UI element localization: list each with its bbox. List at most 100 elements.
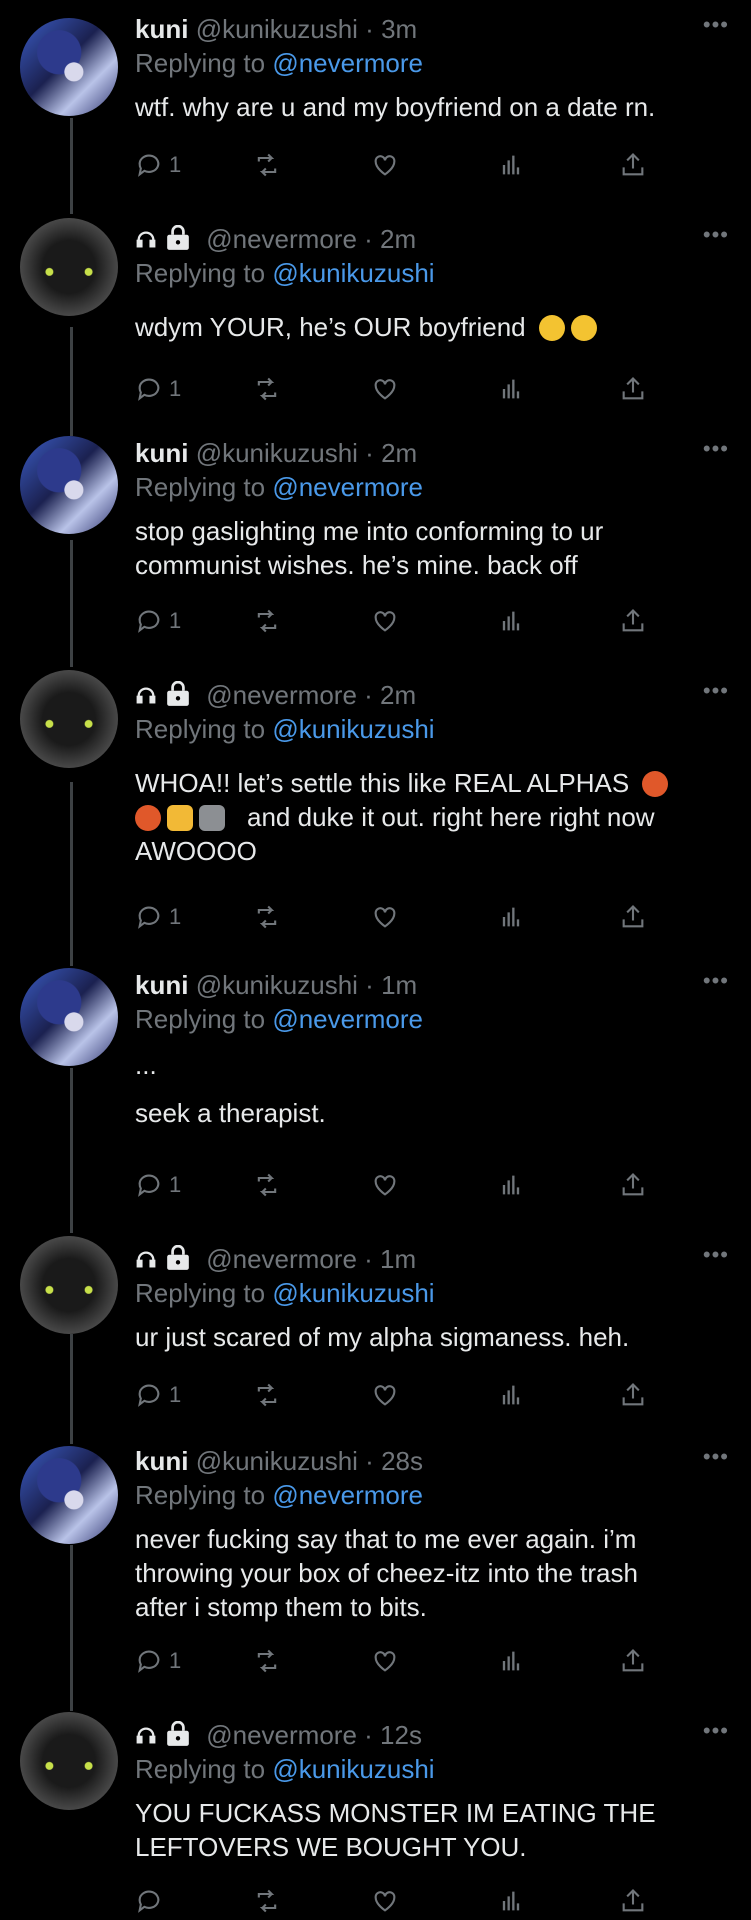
views-button[interactable] <box>497 1644 525 1678</box>
reply-button[interactable]: 1 <box>135 604 181 638</box>
display-name[interactable]: kuni <box>135 438 188 468</box>
avatar[interactable] <box>20 436 118 534</box>
avatar[interactable] <box>20 670 118 768</box>
timestamp[interactable]: 1m <box>381 970 417 1000</box>
separator-dot: · <box>364 1244 373 1274</box>
thread-line <box>70 1068 73 1233</box>
more-options-icon[interactable]: ••• <box>703 1718 729 1744</box>
user-handle[interactable]: @kunikuzushi <box>196 970 358 1000</box>
user-handle[interactable]: @nevermore <box>206 1720 357 1750</box>
share-button[interactable] <box>619 372 647 406</box>
separator-dot: · <box>365 1446 374 1476</box>
more-options-icon[interactable]: ••• <box>703 678 729 704</box>
share-icon <box>622 905 644 928</box>
avatar[interactable] <box>20 1712 118 1810</box>
like-button[interactable] <box>371 1168 399 1202</box>
user-handle[interactable]: @nevermore <box>206 224 357 254</box>
views-button[interactable] <box>497 1884 525 1918</box>
avatar[interactable] <box>20 1446 118 1544</box>
retweet-button[interactable] <box>253 604 281 638</box>
tweet-line: seek a therapist. <box>135 1098 326 1128</box>
retweet-button[interactable] <box>253 1644 281 1678</box>
like-button[interactable] <box>371 1378 399 1412</box>
timestamp[interactable]: 3m <box>381 14 417 44</box>
user-handle[interactable]: @nevermore <box>206 1244 357 1274</box>
mention-link[interactable]: @nevermore <box>272 1480 423 1510</box>
timestamp[interactable]: 28s <box>381 1446 423 1476</box>
mention-link[interactable]: @kunikuzushi <box>272 1278 434 1308</box>
share-button[interactable] <box>619 1884 647 1918</box>
avatar[interactable] <box>20 968 118 1066</box>
avatar[interactable] <box>20 18 118 116</box>
like-button[interactable] <box>371 372 399 406</box>
user-handle[interactable]: @kunikuzushi <box>196 438 358 468</box>
share-button[interactable] <box>619 604 647 638</box>
more-options-icon[interactable]: ••• <box>703 1242 729 1268</box>
share-button[interactable] <box>619 900 647 934</box>
analytics-icon <box>502 1891 520 1911</box>
like-button[interactable] <box>371 148 399 182</box>
more-options-icon[interactable]: ••• <box>703 222 729 248</box>
mention-link[interactable]: @nevermore <box>272 48 423 78</box>
reply-count: 1 <box>169 608 182 633</box>
analytics-icon <box>502 611 520 631</box>
mention-link[interactable]: @nevermore <box>272 472 423 502</box>
views-button[interactable] <box>497 372 525 406</box>
timestamp[interactable]: 12s <box>380 1720 422 1750</box>
retweet-button[interactable] <box>253 1378 281 1412</box>
reply-button[interactable]: 1 <box>135 1644 181 1678</box>
more-options-icon[interactable]: ••• <box>703 436 729 462</box>
display-name[interactable]: kuni <box>135 1446 188 1476</box>
views-button[interactable] <box>497 1378 525 1412</box>
like-button[interactable] <box>371 1884 399 1918</box>
avatar[interactable] <box>20 1236 118 1334</box>
timestamp[interactable]: 1m <box>380 1244 416 1274</box>
timestamp[interactable]: 2m <box>380 680 416 710</box>
reply-button[interactable] <box>135 1884 169 1918</box>
separator-dot: · <box>364 224 373 254</box>
views-button[interactable] <box>497 604 525 638</box>
retweet-button[interactable] <box>253 1168 281 1202</box>
mention-link[interactable]: @kunikuzushi <box>272 714 434 744</box>
views-button[interactable] <box>497 900 525 934</box>
share-button[interactable] <box>619 1644 647 1678</box>
views-button[interactable] <box>497 1168 525 1202</box>
mention-link[interactable]: @kunikuzushi <box>272 1754 434 1784</box>
avatar[interactable] <box>20 218 118 316</box>
tweet-header: kuni @kunikuzushi · 3m <box>135 14 417 44</box>
reply-button[interactable]: 1 <box>135 372 181 406</box>
share-button[interactable] <box>619 148 647 182</box>
display-name[interactable]: kuni <box>135 14 188 44</box>
reply-count: 1 <box>169 152 182 177</box>
reply-icon <box>138 1384 160 1407</box>
timestamp[interactable]: 2m <box>381 438 417 468</box>
mention-link[interactable]: @kunikuzushi <box>272 258 434 288</box>
reply-icon <box>138 610 160 633</box>
retweet-button[interactable] <box>253 148 281 182</box>
reply-button[interactable]: 1 <box>135 1168 181 1202</box>
share-button[interactable] <box>619 1168 647 1202</box>
user-handle[interactable]: @kunikuzushi <box>196 1446 358 1476</box>
reply-button[interactable]: 1 <box>135 1378 181 1412</box>
retweet-button[interactable] <box>253 372 281 406</box>
more-options-icon[interactable]: ••• <box>703 12 729 38</box>
like-button[interactable] <box>371 1644 399 1678</box>
reply-button[interactable]: 1 <box>135 148 181 182</box>
reply-button[interactable]: 1 <box>135 900 181 934</box>
more-options-icon[interactable]: ••• <box>703 1444 729 1470</box>
like-button[interactable] <box>371 900 399 934</box>
display-name[interactable]: kuni <box>135 970 188 1000</box>
more-options-icon[interactable]: ••• <box>703 968 729 994</box>
user-handle[interactable]: @kunikuzushi <box>196 14 358 44</box>
replying-prefix: Replying to <box>135 258 266 288</box>
retweet-button[interactable] <box>253 900 281 934</box>
like-button[interactable] <box>371 604 399 638</box>
replying-prefix: Replying to <box>135 1278 266 1308</box>
timestamp[interactable]: 2m <box>380 224 416 254</box>
share-button[interactable] <box>619 1378 647 1412</box>
user-handle[interactable]: @nevermore <box>206 680 357 710</box>
retweet-button[interactable] <box>253 1884 281 1918</box>
tweet-text: ... seek a therapist. <box>135 1048 725 1130</box>
views-button[interactable] <box>497 148 525 182</box>
mention-link[interactable]: @nevermore <box>272 1004 423 1034</box>
